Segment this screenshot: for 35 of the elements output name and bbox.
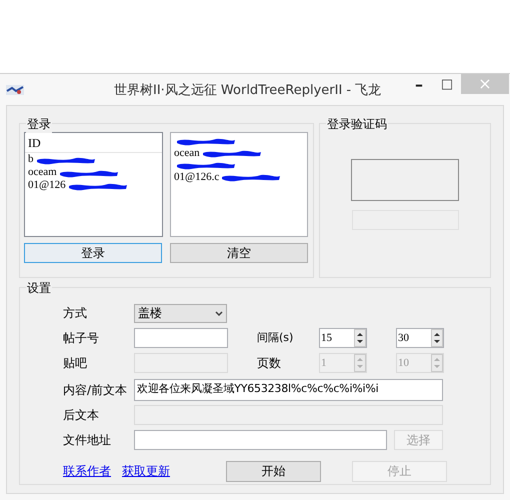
- field-label: 内容/前文本: [63, 382, 128, 399]
- field-label: 页数: [257, 355, 282, 372]
- file-path-field[interactable]: [134, 430, 387, 450]
- number-spinner[interactable]: 30: [396, 328, 444, 348]
- button[interactable]: 清空: [170, 243, 308, 263]
- field-label: 方式: [63, 305, 88, 322]
- link[interactable]: 获取更新: [122, 462, 170, 480]
- field-label: 后文本: [63, 407, 100, 424]
- group-title: 登录: [26, 115, 52, 133]
- column-header: ID: [25, 133, 162, 153]
- field-label: 帖子号: [63, 330, 100, 347]
- account-list[interactable]: ID b oceam 01@126: [24, 132, 163, 237]
- maximize-button[interactable]: □: [433, 74, 461, 96]
- list-item-text: 01@126.c: [174, 171, 220, 183]
- field-label: 间隔(s): [257, 330, 294, 346]
- window-title: 世界树II·风之远征 WorldTreeReplyerII - 飞龙: [114, 82, 382, 100]
- account-list[interactable]: ocean 01@126.c: [170, 132, 308, 237]
- list-item-text: b: [28, 153, 34, 166]
- link[interactable]: 联系作者: [63, 462, 111, 480]
- list-item-text: ocean: [174, 147, 200, 159]
- spin-arrows-icon[interactable]: [431, 329, 443, 347]
- button[interactable]: 开始: [226, 460, 321, 482]
- post-id-field[interactable]: [134, 328, 228, 348]
- button[interactable]: 登录: [24, 243, 162, 263]
- list-item-text: oceam: [28, 166, 57, 179]
- field-label: 贴吧: [63, 355, 88, 372]
- content-field[interactable]: 欢迎各位来风凝圣域YY653238l%c%c%c%i%i%i: [134, 379, 443, 401]
- dropdown[interactable]: 盖楼: [134, 304, 227, 322]
- number-spinner[interactable]: 15: [319, 328, 367, 348]
- spin-arrows-icon[interactable]: [354, 329, 366, 347]
- field-label: 文件地址: [63, 432, 112, 449]
- app-icon: [6, 82, 24, 96]
- chevron-down-icon: [215, 310, 223, 316]
- list-item-text: 01@126: [28, 179, 66, 192]
- minimize-button[interactable]: –: [405, 74, 433, 96]
